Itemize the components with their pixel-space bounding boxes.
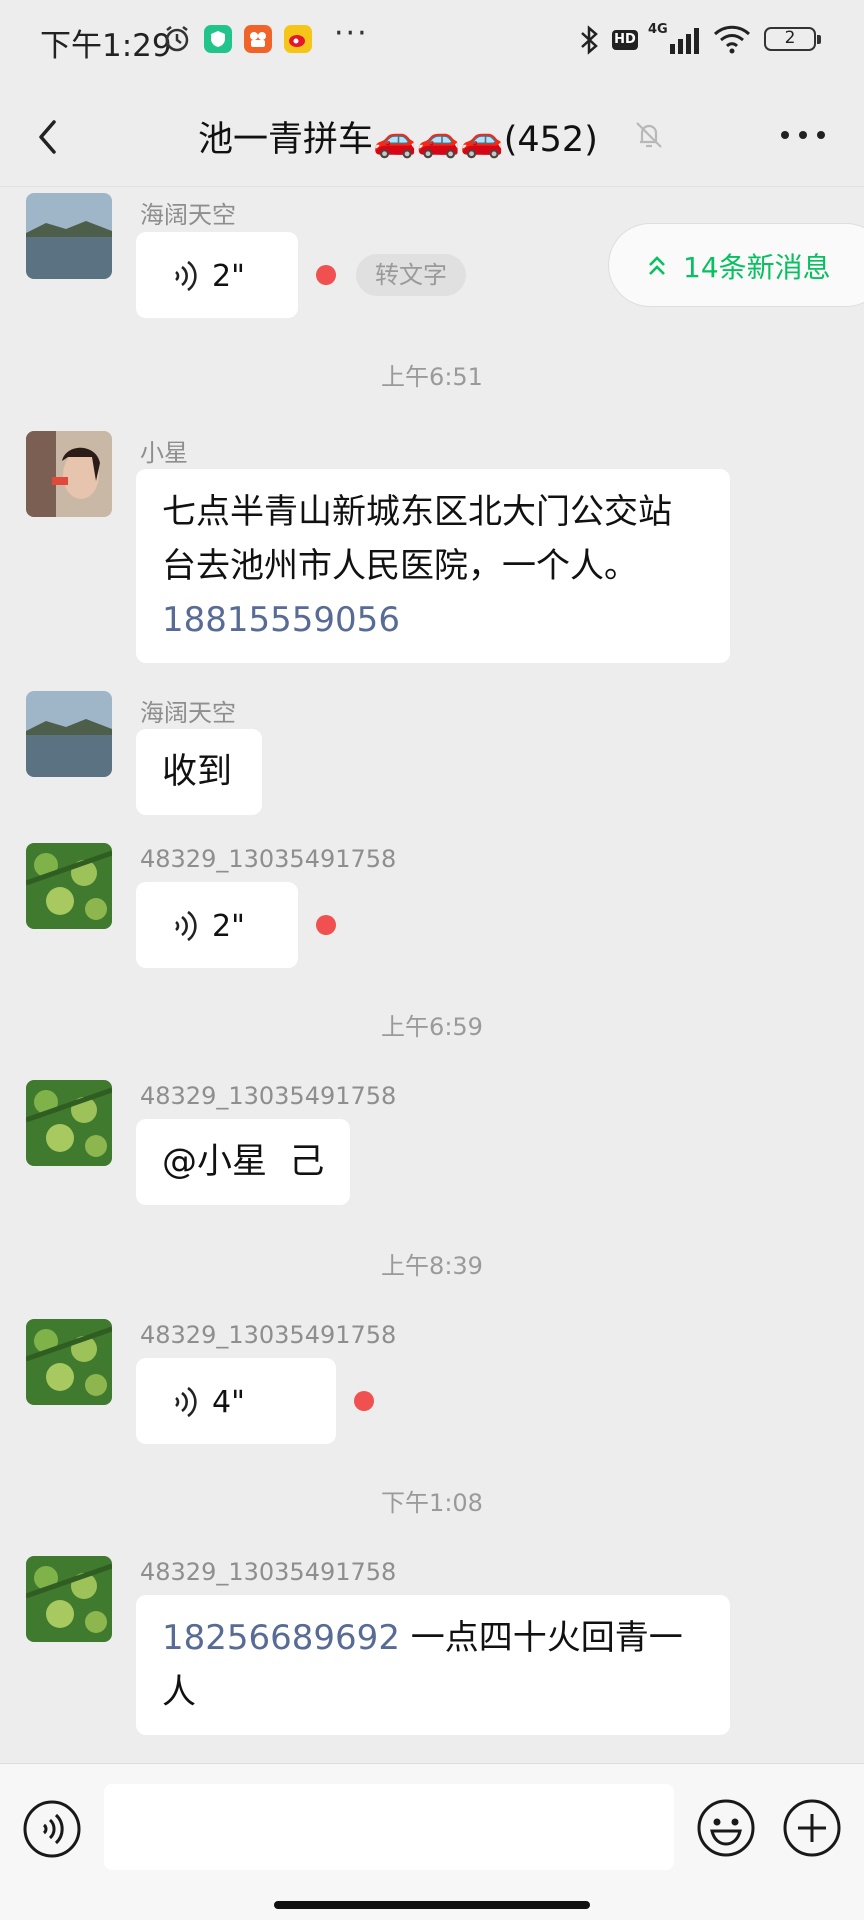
sender-name: 48329_13035491758 <box>140 1082 397 1110</box>
bluetooth-icon <box>581 25 598 55</box>
avatar-lake[interactable] <box>26 193 112 279</box>
back-arrow-icon[interactable] <box>24 110 78 164</box>
chat-title: 池一青拼车🚗🚗🚗(452) <box>198 120 598 160</box>
status-more-dots: ··· <box>334 16 369 51</box>
network-type: 4G <box>648 22 668 37</box>
timestamp: 上午6:59 <box>381 1013 483 1041</box>
message-text-line: 人 <box>162 1672 196 1712</box>
new-messages-label: 14条新消息 <box>683 251 831 284</box>
phone-number-link[interactable]: 18256689692 <box>162 1618 400 1658</box>
input-bar <box>0 1763 864 1920</box>
message-text-line: 台去池州市人民医院，一个人。 <box>162 546 638 586</box>
voice-input-icon[interactable] <box>22 1799 82 1859</box>
plus-icon[interactable] <box>782 1798 842 1858</box>
phone-number-link[interactable]: 18815559056 <box>162 593 704 647</box>
new-messages-pill[interactable]: 14条新消息 <box>608 223 864 307</box>
more-icon[interactable] <box>776 120 830 150</box>
sender-name: 海阔天空 <box>140 201 236 229</box>
voice-message-bubble[interactable]: 2" <box>136 882 298 968</box>
avatar-fruit-tree[interactable] <box>26 843 112 929</box>
sender-name: 48329_13035491758 <box>140 1321 397 1349</box>
battery-indicator: 2 <box>764 27 821 51</box>
text-message-bubble[interactable]: 收到 <box>136 729 262 815</box>
avatar-lake[interactable] <box>26 691 112 777</box>
emoji-icon[interactable] <box>696 1798 756 1858</box>
avatar-fruit-tree[interactable] <box>26 1080 112 1166</box>
voice-wave-icon <box>175 260 197 292</box>
sender-name: 48329_13035491758 <box>140 845 397 873</box>
sender-name: 海阔天空 <box>140 699 236 727</box>
voice-duration: 2" <box>212 258 245 294</box>
text-message-bubble[interactable]: 18256689692 一点四十火回青一 人 <box>136 1595 730 1735</box>
timestamp: 上午6:51 <box>381 363 483 391</box>
unread-dot <box>316 265 336 285</box>
sender-name: 48329_13035491758 <box>140 1558 397 1586</box>
home-indicator[interactable] <box>274 1901 590 1909</box>
alarm-icon <box>165 26 189 52</box>
app-shield-icon <box>204 25 232 53</box>
app-weibo-icon <box>284 25 312 53</box>
voice-duration: 4" <box>212 1384 245 1420</box>
unread-dot <box>316 915 336 935</box>
avatar-fruit-tree[interactable] <box>26 1556 112 1642</box>
status-time: 下午1:29 <box>40 28 172 64</box>
voice-message-bubble[interactable]: 4" <box>136 1358 336 1444</box>
avatar-xiaoxing[interactable] <box>26 431 112 517</box>
voice-wave-icon <box>175 1386 197 1418</box>
unread-dot <box>354 1391 374 1411</box>
message-text-line: 七点半青山新城东区北大门公交站 <box>162 492 672 532</box>
message-text-line: 一点四十火回青一 <box>399 1618 683 1658</box>
avatar-fruit-tree[interactable] <box>26 1319 112 1405</box>
text-message-bubble[interactable]: @小星 己 <box>136 1119 350 1205</box>
message-text: 收到 <box>162 752 233 792</box>
message-list[interactable]: 海阔天空 2" 转文字 14条新消息 上午6:51 小星 七点半青山新城东区北大… <box>0 187 864 1763</box>
chat-header: 池一青拼车🚗🚗🚗(452) <box>0 84 864 187</box>
status-bar: 下午1:29 ··· HD 4G 2 <box>0 0 864 84</box>
wifi-icon <box>713 25 751 54</box>
voice-duration: 2" <box>212 908 245 944</box>
signal-icon <box>670 28 699 54</box>
message-text: @小星 己 <box>162 1142 325 1182</box>
message-input[interactable] <box>104 1784 674 1870</box>
double-chevron-up-icon <box>649 256 665 275</box>
voice-wave-icon <box>175 910 197 942</box>
timestamp: 下午1:08 <box>381 1489 483 1517</box>
voice-message-bubble[interactable]: 2" <box>136 232 298 318</box>
to-text-button[interactable]: 转文字 <box>356 254 466 296</box>
mute-bell-icon <box>636 122 662 148</box>
app-video-icon <box>244 25 272 53</box>
sender-name: 小星 <box>140 439 188 467</box>
hd-badge: HD <box>612 30 638 50</box>
timestamp: 上午8:39 <box>381 1252 483 1280</box>
text-message-bubble[interactable]: 七点半青山新城东区北大门公交站 台去池州市人民医院，一个人。 188155590… <box>136 469 730 663</box>
